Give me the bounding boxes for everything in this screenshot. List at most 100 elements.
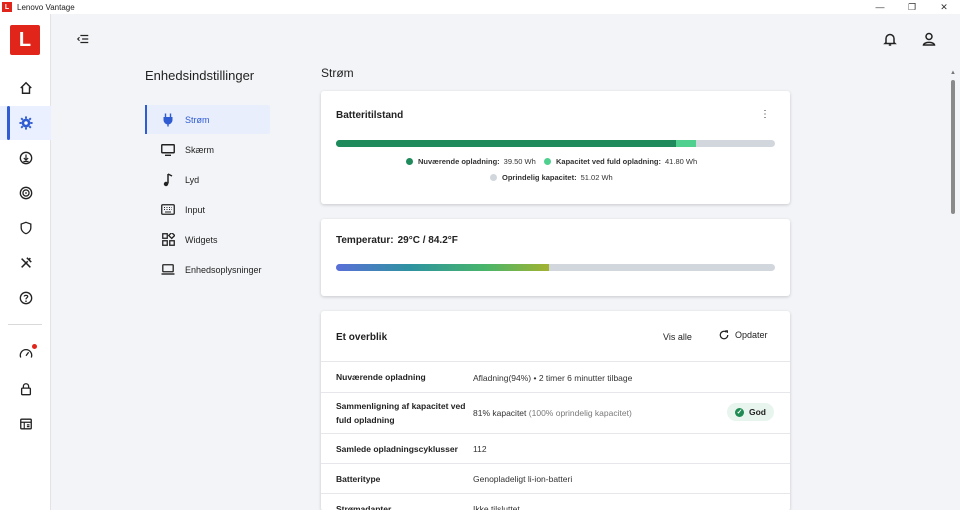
minimize-button[interactable]: — xyxy=(864,0,896,14)
temperature-value: 29°C / 84.2°F xyxy=(397,235,458,246)
scroll-thumb[interactable] xyxy=(951,80,955,214)
table-row: Sammenligning af kapacitet ved fuld opla… xyxy=(321,392,790,433)
app-logo: L xyxy=(2,2,12,12)
table-row: Samlede opladningscyklusser 112 xyxy=(321,433,790,463)
rail-downloads[interactable] xyxy=(0,141,51,175)
status-badge: ✓ God xyxy=(727,403,774,421)
maximize-button[interactable]: ❐ xyxy=(896,0,928,14)
menu-collapse-icon xyxy=(76,34,89,44)
legend-full-capacity: Kapacitet ved fuld opladning: 41.80 Wh xyxy=(544,157,697,166)
table-row: Batteritype Genopladeligt li-ion-batteri xyxy=(321,463,790,493)
battery-status-card: Batteritilstand ⋮ Nuværende opladning: 3… xyxy=(321,91,790,204)
lock-icon xyxy=(20,383,31,396)
account-button[interactable] xyxy=(921,31,937,52)
legend-current-value: 39.50 Wh xyxy=(503,157,536,166)
nav-item-device-info[interactable]: Enhedsoplysninger xyxy=(145,255,270,284)
rail-settings[interactable] xyxy=(0,106,51,140)
legend-swatch-current xyxy=(406,158,413,165)
nav-item-widgets[interactable]: Widgets xyxy=(145,225,270,254)
collapse-menu-button[interactable] xyxy=(76,32,92,48)
left-rail: L xyxy=(0,14,51,510)
laptop-icon xyxy=(161,264,175,275)
plug-icon xyxy=(163,113,173,126)
capacity-percent: 81% kapacitet xyxy=(473,408,527,418)
battery-card-title: Batteritilstand xyxy=(336,110,404,121)
home-icon xyxy=(19,81,32,94)
tools-icon xyxy=(20,257,32,268)
lenovo-logo[interactable]: L xyxy=(10,25,40,55)
nav-label-audio: Lyd xyxy=(185,174,200,185)
current-charge-fill xyxy=(336,140,676,147)
rail-home[interactable] xyxy=(0,71,51,105)
section-title: Strøm xyxy=(321,66,354,80)
rail-lock[interactable] xyxy=(0,372,51,406)
capacity-original-note: (100% oprindelig kapacitet) xyxy=(528,408,632,418)
rail-security[interactable] xyxy=(0,211,51,245)
row-value: Genopladeligt li-ion-batteri xyxy=(473,474,573,484)
legend-original-capacity: Oprindelig kapacitet: 51.02 Wh xyxy=(490,173,613,182)
window-title: Lenovo Vantage xyxy=(17,2,75,12)
scroll-up-icon[interactable]: ▲ xyxy=(949,70,957,78)
radar-icon xyxy=(19,186,32,200)
refresh-icon xyxy=(719,330,729,340)
legend-current-label: Nuværende opladning: xyxy=(418,157,500,166)
view-all-link[interactable]: Vis alle xyxy=(663,332,692,342)
legend-original-value: 51.02 Wh xyxy=(580,173,613,182)
settings-nav-title: Enhedsindstillinger xyxy=(145,68,255,83)
close-button[interactable]: ✕ xyxy=(928,0,960,14)
nav-item-power[interactable]: Strøm xyxy=(145,105,270,134)
row-value: 81% kapacitet (100% oprindelig kapacitet… xyxy=(473,406,632,420)
temperature-readout: Temperatur: 29°C / 84.2°F xyxy=(336,235,462,246)
nav-label-input: Input xyxy=(185,204,206,215)
notifications-button[interactable] xyxy=(882,31,898,52)
rail-performance[interactable] xyxy=(0,337,51,371)
battery-capacity-bar xyxy=(336,140,775,147)
refresh-button[interactable]: Opdater xyxy=(719,330,768,340)
dashboard-icon xyxy=(19,418,32,430)
rail-smart[interactable] xyxy=(0,176,51,210)
row-value: 112 xyxy=(473,444,487,454)
nav-label-widgets: Widgets xyxy=(185,234,218,245)
table-row: Nuværende opladning Afladning(94%) • 2 t… xyxy=(321,361,790,392)
speedometer-icon xyxy=(19,348,32,358)
bell-icon xyxy=(883,33,897,46)
monitor-icon xyxy=(161,143,175,156)
nav-label-display: Skærm xyxy=(185,144,214,155)
overview-title: Et overblik xyxy=(336,332,388,343)
notification-dot xyxy=(32,344,37,349)
refresh-label: Opdater xyxy=(735,330,768,340)
gear-icon xyxy=(18,116,33,130)
row-key: Samlede opladningscyklusser xyxy=(336,444,458,454)
more-options-button[interactable]: ⋮ xyxy=(760,109,770,120)
nav-label-power: Strøm xyxy=(185,114,210,125)
temperature-level-fill xyxy=(336,264,549,271)
download-icon xyxy=(19,151,32,165)
user-icon xyxy=(922,32,936,46)
legend-swatch-original xyxy=(490,174,497,181)
kebab-icon: ⋮ xyxy=(760,109,770,120)
row-key: Strømadapter xyxy=(336,504,392,510)
row-key: Sammenligning af kapacitet ved fuld opla… xyxy=(336,401,466,425)
rail-help[interactable] xyxy=(0,281,51,315)
legend-current-charge: Nuværende opladning: 39.50 Wh xyxy=(406,157,536,166)
nav-label-device-info: Enhedsoplysninger xyxy=(185,264,262,275)
legend-original-label: Oprindelig kapacitet: xyxy=(502,173,577,182)
temperature-card: Temperatur: 29°C / 84.2°F xyxy=(321,219,790,296)
rail-tools[interactable] xyxy=(0,246,51,280)
help-icon xyxy=(19,291,32,305)
nav-item-display[interactable]: Skærm xyxy=(145,135,270,164)
nav-item-input[interactable]: Input xyxy=(145,195,270,224)
temperature-bar xyxy=(336,264,775,271)
row-key: Nuværende opladning xyxy=(336,372,426,382)
table-row: Strømadapter Ikke tilsluttet xyxy=(321,493,790,510)
status-badge-label: God xyxy=(749,407,766,417)
shield-icon xyxy=(20,221,31,235)
rail-dashboard[interactable] xyxy=(0,407,51,441)
row-value: Afladning(94%) • 2 timer 6 minutter tilb… xyxy=(473,373,633,383)
rail-divider xyxy=(8,324,42,325)
overview-card: Et overblik Vis alle Opdater Nuværende o… xyxy=(321,311,790,510)
temperature-label: Temperatur: xyxy=(336,235,394,246)
nav-item-audio[interactable]: Lyd xyxy=(145,165,270,194)
row-value: Ikke tilsluttet xyxy=(473,504,520,510)
page-scrollbar[interactable]: ▲ xyxy=(949,70,957,510)
